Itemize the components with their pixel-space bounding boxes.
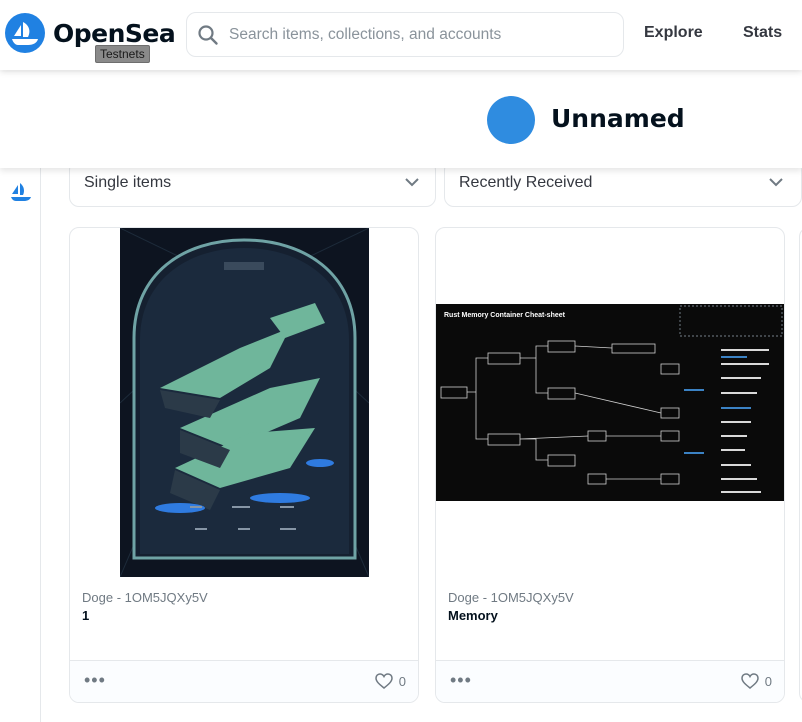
search-icon <box>198 25 218 45</box>
nft-artwork-image: Rust Memory Container Cheat-sheet <box>436 304 784 501</box>
profile-name: Unnamed <box>551 104 685 133</box>
brand-name[interactable]: OpenSea <box>53 19 176 48</box>
nft-image-title: Rust Memory Container Cheat-sheet <box>444 312 566 319</box>
item-name[interactable]: 1 <box>82 608 89 623</box>
opensea-logo-icon[interactable] <box>5 13 45 53</box>
search-box[interactable] <box>186 12 624 57</box>
card-footer: ••• 0 <box>436 660 784 702</box>
heart-icon <box>375 673 393 689</box>
nft-card[interactable]: Rust Memory Container Cheat-sheet Doge -… <box>435 227 785 703</box>
nav-explore[interactable]: Explore <box>644 24 703 42</box>
chevron-down-icon <box>769 178 783 187</box>
top-nav-bar: OpenSea Testnets Explore Stats <box>0 0 802 70</box>
favorite-button[interactable]: 0 <box>741 673 772 689</box>
sort-select-label: Recently Received <box>459 174 593 191</box>
filter-sidebar[interactable] <box>0 168 41 722</box>
avatar <box>487 96 535 144</box>
nft-image[interactable] <box>70 228 418 577</box>
collection-name[interactable]: Doge - 1OM5JQXy5V <box>448 590 574 605</box>
nft-artwork-image <box>119 228 369 577</box>
favorite-button[interactable]: 0 <box>375 673 406 689</box>
chevron-down-icon <box>405 178 419 187</box>
more-options-icon[interactable]: ••• <box>84 671 106 689</box>
search-input[interactable] <box>229 23 609 47</box>
testnets-badge: Testnets <box>95 45 150 63</box>
more-options-icon[interactable]: ••• <box>450 671 472 689</box>
collection-name[interactable]: Doge - 1OM5JQXy5V <box>82 590 208 605</box>
nav-stats[interactable]: Stats <box>743 24 782 42</box>
item-name[interactable]: Memory <box>448 608 498 623</box>
card-footer: ••• 0 <box>70 660 418 702</box>
profile-header: Unnamed <box>0 72 802 168</box>
nft-card[interactable]: Doge - 1OM5JQXy5V 1 ••• 0 <box>69 227 419 703</box>
nft-image[interactable]: Rust Memory Container Cheat-sheet <box>436 228 784 577</box>
item-type-select-label: Single items <box>84 174 172 191</box>
favorite-count: 0 <box>764 673 772 689</box>
heart-icon <box>741 673 759 689</box>
favorite-count: 0 <box>398 673 406 689</box>
opensea-boat-icon[interactable] <box>10 182 32 202</box>
